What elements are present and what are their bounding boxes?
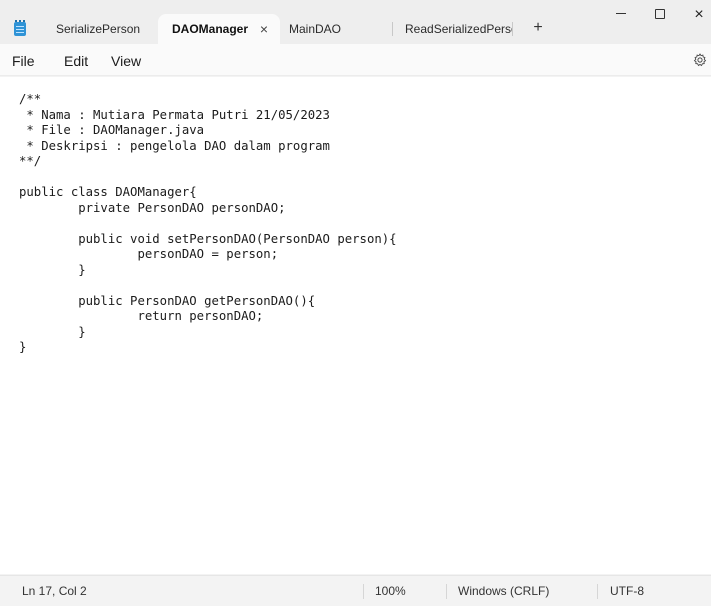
code-line: } bbox=[19, 324, 86, 339]
status-divider bbox=[363, 584, 364, 599]
menu-view[interactable]: View bbox=[111, 44, 141, 76]
cursor-position: Ln 17, Col 2 bbox=[22, 584, 87, 598]
tab-label: ReadSerializedPerso bbox=[405, 22, 512, 36]
maximize-button[interactable] bbox=[640, 0, 680, 34]
menu-edit[interactable]: Edit bbox=[64, 44, 88, 76]
close-tab-icon[interactable]: × bbox=[260, 14, 268, 44]
tab-label: MainDAO bbox=[289, 22, 342, 36]
code-line: **/ bbox=[19, 154, 42, 168]
tab-readserializedperson[interactable]: ReadSerializedPerso bbox=[393, 14, 512, 44]
zoom-level: 100% bbox=[375, 584, 406, 598]
code-line: * Nama : Mutiara Permata Putri 21/05/202… bbox=[19, 107, 330, 122]
code-line: * Deskripsi : pengelola DAO dalam progra… bbox=[19, 138, 330, 153]
close-window-button[interactable]: × bbox=[679, 0, 711, 34]
code-line: personDAO = person; bbox=[19, 247, 279, 261]
line-ending: Windows (CRLF) bbox=[458, 584, 550, 598]
encoding: UTF-8 bbox=[610, 584, 644, 598]
code-line: private PersonDAO personDAO; bbox=[19, 200, 286, 215]
close-icon: × bbox=[694, 6, 704, 23]
text-editor[interactable]: /** * Nama : Mutiara Permata Putri 21/05… bbox=[0, 77, 711, 574]
minimize-icon bbox=[616, 12, 626, 14]
tab-daomanager[interactable]: DAOManager × bbox=[158, 14, 280, 44]
code-line: return personDAO; bbox=[19, 309, 264, 323]
code-line: } bbox=[19, 340, 27, 354]
maximize-icon bbox=[655, 9, 665, 20]
code-line: } bbox=[19, 262, 86, 277]
tab-maindao[interactable]: MainDAO bbox=[280, 14, 392, 44]
code-content[interactable]: /** * Nama : Mutiara Permata Putri 21/05… bbox=[19, 92, 397, 356]
code-line: public PersonDAO getPersonDAO(){ bbox=[19, 293, 316, 308]
code-line: public void setPersonDAO(PersonDAO perso… bbox=[19, 231, 397, 246]
status-bar: Ln 17, Col 2 100% Windows (CRLF) UTF-8 bbox=[0, 575, 711, 606]
new-tab-button[interactable]: + bbox=[528, 16, 548, 40]
minimize-button[interactable] bbox=[601, 0, 641, 34]
status-divider bbox=[446, 584, 447, 599]
tab-label: DAOManager bbox=[172, 22, 249, 36]
settings-gear-icon[interactable] bbox=[693, 53, 707, 67]
status-divider bbox=[597, 584, 598, 599]
code-line: * File : DAOManager.java bbox=[19, 123, 205, 137]
tab-serializeperson[interactable]: SerializePerson bbox=[40, 14, 158, 44]
title-bar: SerializePerson DAOManager × MainDAO Rea… bbox=[0, 0, 711, 44]
menu-file[interactable]: File bbox=[12, 44, 35, 76]
notepad-app-icon bbox=[14, 20, 26, 36]
code-line: public class DAOManager{ bbox=[19, 185, 197, 199]
menu-bar: File Edit View bbox=[0, 44, 711, 76]
tab-label: SerializePerson bbox=[56, 22, 141, 36]
code-line: /** bbox=[19, 92, 42, 106]
tab-divider bbox=[512, 22, 513, 36]
